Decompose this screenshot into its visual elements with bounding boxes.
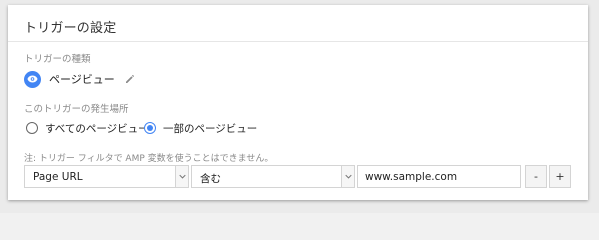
variable-select-value: Page URL xyxy=(33,171,83,183)
title-divider xyxy=(8,41,588,42)
trigger-type-value: ページビュー xyxy=(49,73,115,86)
trigger-configuration-card: トリガーの設定 トリガーの種類 ページビュー このトリガーの発生場所 すべてのペ… xyxy=(8,5,588,200)
pencil-icon[interactable] xyxy=(125,74,135,84)
condition-value-input[interactable]: www.sample.com xyxy=(357,165,521,188)
condition-value-text: www.sample.com xyxy=(365,171,458,183)
eye-icon xyxy=(24,70,41,88)
remove-condition-button[interactable]: - xyxy=(525,165,547,188)
radio-all-pageviews[interactable]: すべてのページビュー xyxy=(26,119,149,137)
radio-button-unchecked[interactable] xyxy=(26,122,38,134)
page-background: トリガーの設定 トリガーの種類 ページビュー このトリガーの発生場所 すべてのペ… xyxy=(0,0,599,213)
radio-label-all: すべてのページビュー xyxy=(45,122,149,135)
trigger-type-row[interactable]: ページビュー xyxy=(24,69,135,89)
operator-select-value: 含む xyxy=(200,173,221,185)
variable-select[interactable]: Page URL xyxy=(24,165,189,188)
trigger-fires-label: このトリガーの発生場所 xyxy=(24,104,129,115)
radio-button-checked[interactable] xyxy=(144,122,156,134)
chevron-down-icon[interactable] xyxy=(175,166,188,187)
radio-dot xyxy=(147,125,153,131)
trigger-type-label: トリガーの種類 xyxy=(24,54,91,65)
radio-some-pageviews[interactable]: 一部のページビュー xyxy=(144,119,257,137)
add-condition-button[interactable]: + xyxy=(549,165,571,188)
amp-variable-note: 注: トリガー フィルタで AMP 変数を使うことはできません。 xyxy=(24,154,274,164)
chevron-down-icon[interactable] xyxy=(341,166,354,187)
operator-select[interactable]: 含む xyxy=(191,165,355,188)
radio-label-some: 一部のページビュー xyxy=(163,122,258,135)
card-title: トリガーの設定 xyxy=(24,21,117,36)
